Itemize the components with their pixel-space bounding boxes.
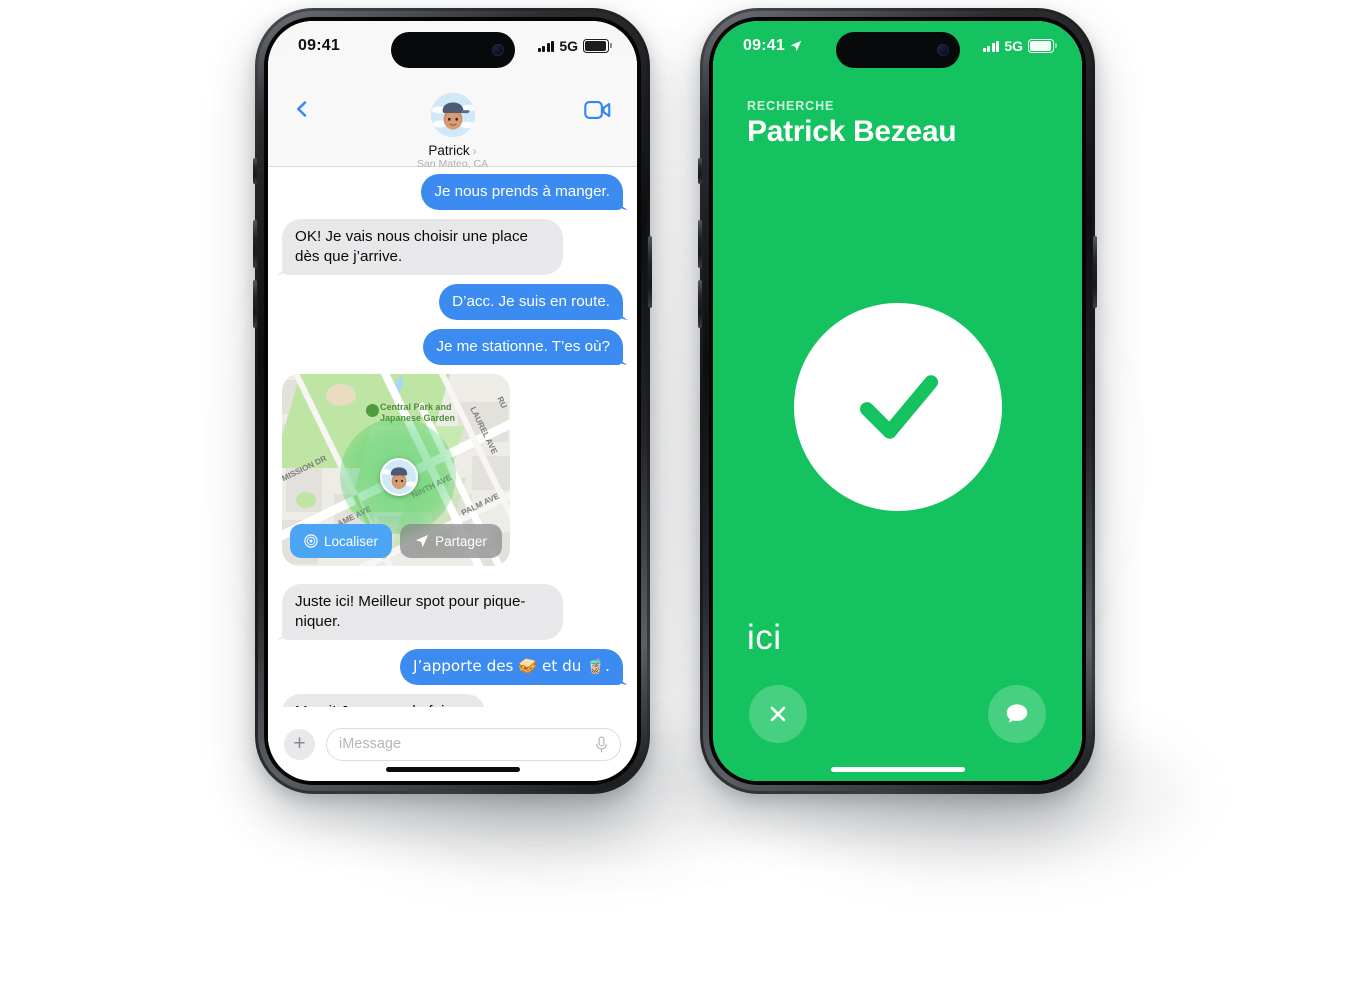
messages-app: 09:41 5G Patrick › San Mateo, CA Je nous… (268, 21, 637, 781)
right-phone-screen: 09:41 5G RECHERCHE Patrick Bezeau ici (713, 21, 1082, 781)
network-label: 5G (1004, 38, 1023, 54)
status-time: 09:41 (743, 37, 785, 54)
plus-icon[interactable]: + (284, 728, 315, 760)
findmy-app: 09:41 5G RECHERCHE Patrick Bezeau ici (713, 21, 1082, 781)
imessage-input[interactable]: iMessage (326, 727, 621, 761)
findmy-actions (713, 685, 1082, 743)
home-indicator[interactable] (385, 767, 520, 772)
locate-button[interactable]: Localiser (290, 524, 392, 559)
found-check-circle (793, 303, 1002, 511)
signal-bars-icon (982, 40, 1000, 52)
back-button[interactable] (294, 101, 310, 117)
memoji-location-pin-icon (382, 460, 416, 495)
chevron-left-icon (297, 101, 307, 117)
facetime-video-icon (584, 101, 611, 119)
microphone-icon (596, 736, 607, 752)
location-share-card[interactable]: Central Park and Japanese Garden MISSION… (282, 374, 510, 567)
volume-up-button[interactable] (698, 220, 702, 268)
message-row: D’acc. Je suis en route. (282, 283, 623, 321)
dynamic-island (835, 32, 960, 68)
message-button[interactable] (988, 685, 1046, 743)
location-arrow-icon (790, 40, 802, 52)
volume-down-button[interactable] (698, 280, 702, 328)
network-label: 5G (559, 38, 578, 54)
mute-switch[interactable] (698, 158, 702, 184)
findmy-radar-icon (304, 534, 318, 549)
checkmark-icon (859, 375, 938, 439)
message-bubble-incoming: Juste ici! Meilleur spot pour pique-niqu… (282, 584, 563, 641)
navigation-arrow-icon (415, 535, 429, 548)
message-row: J’apporte des 🥪 et du 🧋. (282, 649, 623, 686)
message-bubble-incoming: OK! Je vais nous choisir une place dès q… (282, 219, 563, 275)
right-iphone-device: 09:41 5G RECHERCHE Patrick Bezeau ici (698, 8, 1097, 794)
status-time-group: 09:41 (743, 37, 802, 55)
scene: 09:41 5G Patrick › San Mateo, CA Je nous… (0, 0, 1357, 991)
contact-name: Patrick (428, 143, 470, 158)
distance-readout: ici (747, 618, 782, 657)
message-bubble-icon (1006, 704, 1028, 723)
close-button[interactable] (749, 685, 807, 743)
message-row: Je me stationne. T’es où? (282, 329, 623, 366)
message-bubble-outgoing: J’apporte des 🥪 et du 🧋. (400, 649, 623, 686)
location-card-actions: Localiser Partager (282, 524, 510, 566)
battery-icon (583, 39, 612, 53)
memoji-avatar (430, 93, 475, 137)
memoji-avatar-icon (430, 93, 475, 137)
signal-bars-icon (537, 40, 555, 52)
home-indicator[interactable] (830, 767, 965, 772)
message-row: Je nous prends à manger. (282, 174, 623, 211)
imessage-placeholder: iMessage (339, 736, 402, 752)
power-button[interactable] (1093, 236, 1097, 308)
close-x-icon (770, 706, 786, 722)
battery-icon (1028, 39, 1057, 53)
contact-location: San Mateo, CA (416, 158, 489, 170)
status-time-group: 09:41 (298, 37, 340, 55)
power-button[interactable] (648, 236, 652, 308)
contact-info[interactable]: Patrick › San Mateo, CA (363, 93, 543, 170)
front-camera-icon (491, 44, 504, 56)
message-row: Juste ici! Meilleur spot pour pique-niqu… (282, 584, 623, 641)
locate-button-label: Localiser (323, 533, 379, 549)
chevron-right-icon: › (472, 143, 477, 158)
volume-up-button[interactable] (253, 220, 257, 268)
front-camera-icon (936, 44, 949, 56)
share-button-label: Partager (435, 533, 487, 549)
message-bubble-outgoing: Je me stationne. T’es où? (423, 329, 623, 366)
status-indicators: 5G (537, 38, 612, 54)
findmy-title: Patrick Bezeau (747, 115, 957, 148)
left-phone-screen: 09:41 5G Patrick › San Mateo, CA Je nous… (268, 21, 637, 781)
message-row: OK! Je vais nous choisir une place dès q… (282, 219, 623, 275)
contact-name-row: Patrick › (363, 143, 543, 158)
left-iphone-device: 09:41 5G Patrick › San Mateo, CA Je nous… (253, 8, 652, 794)
dynamic-island (390, 32, 515, 68)
facetime-button[interactable] (584, 101, 611, 124)
message-row: Merci! Je meurs de faim… (282, 694, 623, 707)
findmy-kicker: RECHERCHE (747, 99, 835, 113)
message-bubble-incoming: Merci! Je meurs de faim… (282, 694, 486, 707)
share-button[interactable]: Partager (400, 524, 502, 559)
message-thread[interactable]: Je nous prends à manger. OK! Je vais nou… (268, 166, 637, 707)
message-bubble-outgoing: D’acc. Je suis en route. (439, 283, 623, 321)
volume-down-button[interactable] (253, 280, 257, 328)
status-time: 09:41 (298, 37, 340, 54)
message-row: Central Park and Japanese Garden MISSION… (282, 374, 623, 575)
message-bubble-outgoing: Je nous prends à manger. (421, 174, 623, 211)
status-indicators: 5G (982, 38, 1057, 54)
mute-switch[interactable] (253, 158, 257, 184)
